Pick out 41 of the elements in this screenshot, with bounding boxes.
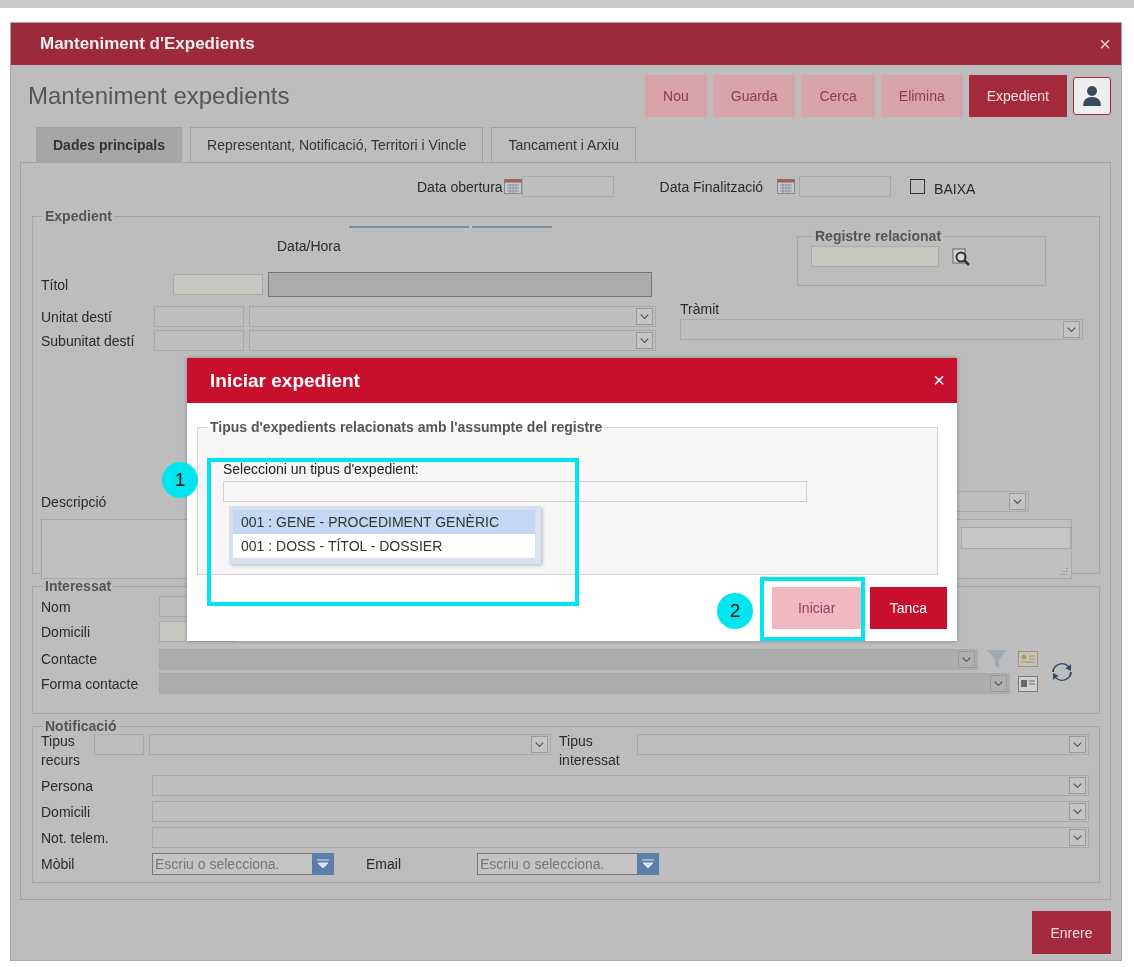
field-label: Domicili — [41, 803, 91, 820]
field-label: Seleccioni un tipus d'expedient: — [223, 461, 420, 477]
tab[interactable]: Tancament i Arxiu — [491, 127, 636, 162]
field-label: Unitat destí — [41, 308, 113, 325]
field-label: Nom — [41, 598, 72, 615]
field-label: Forma contacte — [41, 675, 140, 692]
group-title: Notificació — [44, 718, 118, 734]
dropdown-option[interactable]: 001 : DOSS - TÍTOL - DOSSIER — [233, 534, 535, 558]
dropdown-option[interactable]: 001 : GENE - PROCEDIMENT GENÈRIC — [233, 510, 535, 534]
field-label: Data Finalització — [659, 178, 764, 195]
group-title: Expedient — [44, 208, 113, 224]
dialog-button[interactable]: Tanca — [869, 587, 947, 629]
tab[interactable]: Dades principals — [36, 127, 183, 162]
field-label: Mòbil — [41, 856, 76, 872]
tab[interactable]: Representant, Notificació, Territori i Vincle — [190, 127, 484, 162]
field-label: Data obertura — [417, 178, 503, 195]
field-label: Descripció — [41, 493, 107, 510]
dialog-title: Iniciar expedient — [210, 369, 361, 392]
field-label: Tipus interessat — [559, 732, 621, 770]
field-label: Tipus recurs — [41, 732, 81, 770]
field-label: Contacte — [41, 651, 99, 667]
toolbar-button[interactable]: Expedient — [968, 75, 1067, 117]
page-title: Manteniment expedients — [28, 82, 291, 110]
field-label: Not. telem. — [41, 829, 110, 846]
close-button[interactable]: × — [1099, 32, 1111, 56]
back-button[interactable]: Enrere — [1032, 911, 1111, 954]
checkbox-label: BAIXA — [934, 180, 976, 197]
group-title: Tipus d'expedients relacionats amb l'assumpte del registre — [209, 419, 604, 435]
close-button[interactable]: × — [933, 369, 945, 392]
field-label: Títol — [41, 276, 70, 293]
field-label: Email — [366, 856, 402, 872]
field-label: Persona — [41, 777, 95, 794]
group-title: Registre relacionat — [814, 228, 943, 244]
field-label: Domicili — [41, 623, 91, 640]
field-label: Tràmit — [680, 301, 721, 317]
group-title: Interessat — [44, 578, 113, 594]
window-title: Manteniment d'Expedients — [40, 34, 256, 54]
combo-field[interactable]: Escriu o selecciona. — [152, 853, 312, 875]
field-label: Subunitat destí — [41, 332, 136, 349]
combo-field[interactable]: Escriu o selecciona. — [477, 853, 637, 875]
field-label: Data/Hora — [277, 238, 341, 254]
